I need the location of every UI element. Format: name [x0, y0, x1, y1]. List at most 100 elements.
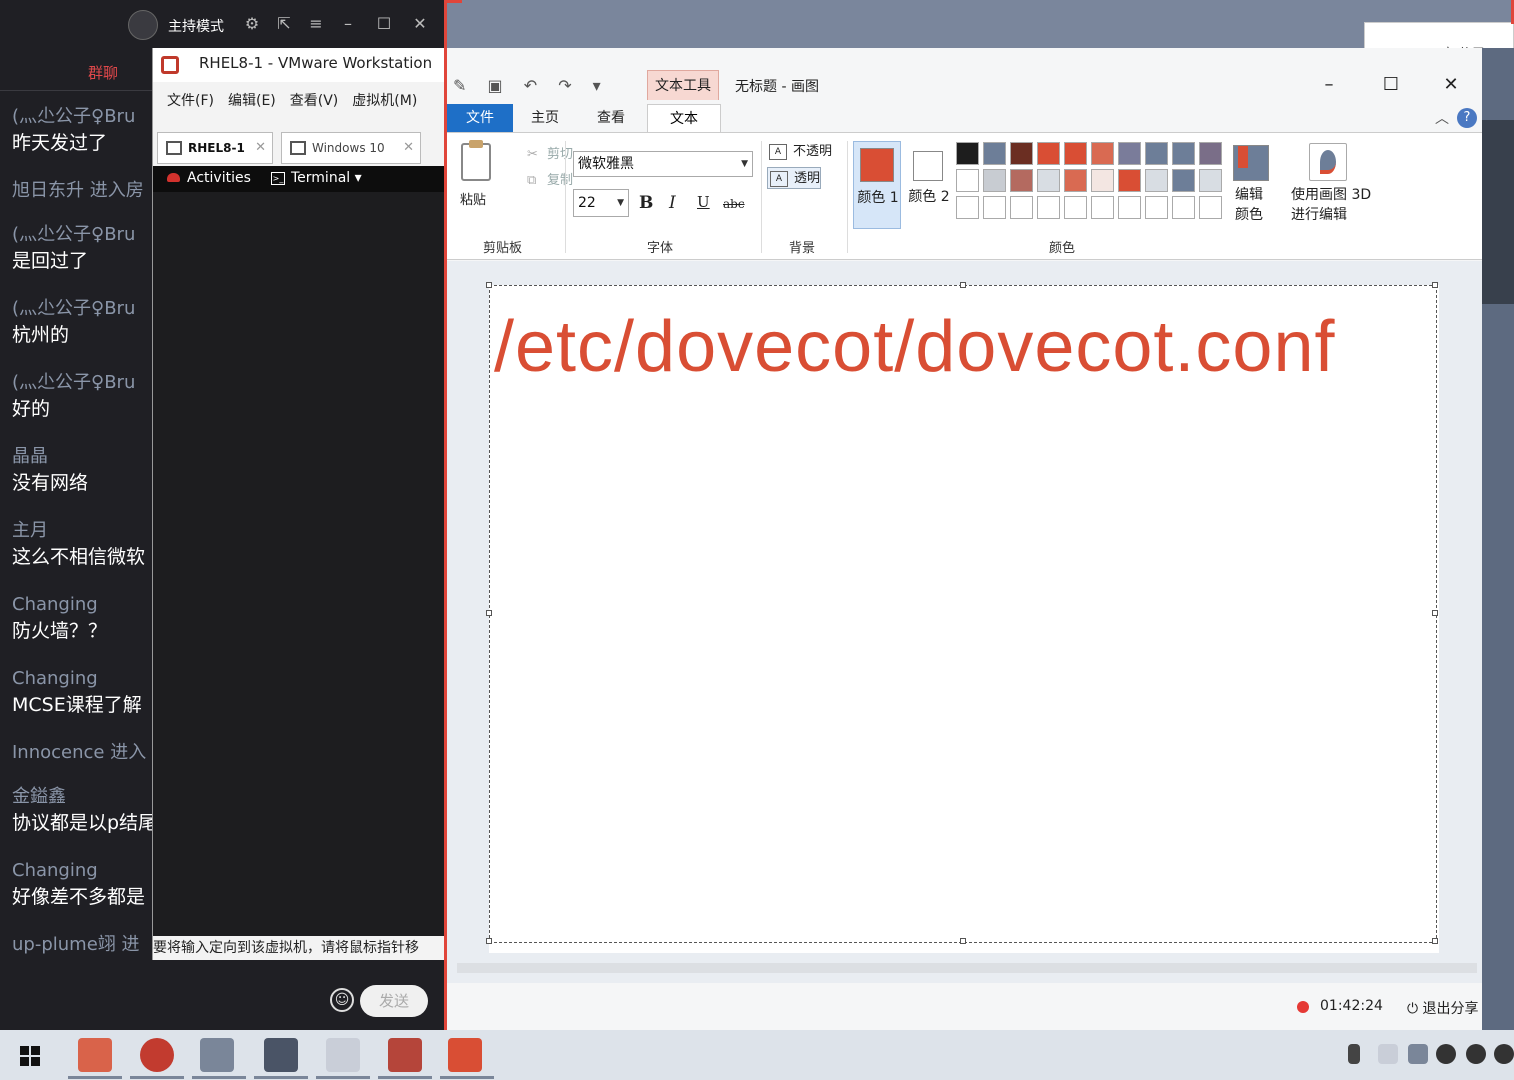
resize-handle[interactable] [486, 610, 492, 616]
bold-button[interactable]: B [639, 193, 653, 213]
avatar[interactable] [128, 10, 158, 40]
tab-text[interactable]: 文本 [647, 104, 721, 134]
resize-handle[interactable] [486, 282, 492, 288]
paint-taskbar-icon[interactable] [326, 1038, 360, 1072]
opaque-option[interactable]: A 不透明 [767, 141, 832, 163]
send-button[interactable]: 发送 [360, 985, 428, 1017]
canvas[interactable]: /etc/dovecot/dovecot.conf [486, 282, 1439, 953]
close-icon[interactable]: ✕ [410, 14, 430, 34]
palette-color-swatch[interactable] [1172, 142, 1195, 165]
resize-handle[interactable] [1432, 282, 1438, 288]
app-taskbar-icon-2[interactable] [448, 1038, 482, 1072]
italic-button[interactable]: I [669, 193, 676, 213]
font-family-select[interactable]: 微软雅黑 ▼ [573, 151, 753, 177]
microphone-icon[interactable] [1348, 1044, 1360, 1064]
palette-color-swatch[interactable] [1118, 169, 1141, 192]
help-icon[interactable]: ? [1457, 108, 1477, 128]
qq-icon[interactable] [1466, 1044, 1486, 1064]
palette-color-swatch[interactable] [1145, 169, 1168, 192]
terminal-menu[interactable]: Terminal ▾ [291, 170, 362, 186]
edit-colors-icon[interactable] [1233, 145, 1269, 181]
palette-color-swatch[interactable] [1091, 196, 1114, 219]
app-taskbar-icon[interactable] [388, 1038, 422, 1072]
cut-button[interactable]: ✂ 剪切 [527, 143, 573, 163]
activities-button[interactable]: Activities [187, 170, 251, 186]
qq-icon[interactable] [1436, 1044, 1456, 1064]
menu-view[interactable]: 查看(V) [290, 88, 339, 114]
palette-color-swatch[interactable] [1037, 142, 1060, 165]
palette-color-swatch[interactable] [1199, 142, 1222, 165]
windows-start-icon[interactable] [20, 1046, 40, 1066]
close-tab-icon[interactable]: ✕ [255, 133, 266, 163]
tab-file[interactable]: 文件 [447, 104, 513, 132]
palette-color-swatch[interactable] [1145, 196, 1168, 219]
palette-color-swatch[interactable] [956, 169, 979, 192]
menu-file[interactable]: 文件(F) [167, 88, 214, 114]
palette-color-swatch[interactable] [956, 142, 979, 165]
menu-edit[interactable]: 编辑(E) [228, 88, 276, 114]
paste-icon[interactable] [461, 140, 491, 181]
palette-color-swatch[interactable] [1010, 196, 1033, 219]
horizontal-scrollbar[interactable] [457, 963, 1477, 973]
minimize-icon[interactable]: – [338, 14, 358, 34]
palette-color-swatch[interactable] [1064, 196, 1087, 219]
tab-group-chat[interactable]: 群聊 [88, 62, 118, 83]
palette-color-swatch[interactable] [956, 196, 979, 219]
palette-color-swatch[interactable] [983, 169, 1006, 192]
tab-view[interactable]: 查看 [597, 104, 625, 132]
resize-handle[interactable] [486, 938, 492, 944]
color-1-button[interactable]: 颜色 1 [853, 141, 901, 229]
palette-color-swatch[interactable] [983, 196, 1006, 219]
resize-handle[interactable] [1432, 938, 1438, 944]
palette-color-swatch[interactable] [1037, 169, 1060, 192]
copy-button[interactable]: ⧉ 复制 [527, 169, 573, 189]
edit-with-paint-3d-button[interactable]: 使用画图 3D 进行编辑 [1291, 185, 1381, 225]
minimize-icon[interactable]: – [1309, 72, 1349, 98]
qq-icon[interactable] [1494, 1044, 1514, 1064]
maximize-icon[interactable]: ☐ [1371, 72, 1411, 98]
palette-color-swatch[interactable] [1199, 196, 1222, 219]
palette-color-swatch[interactable] [1199, 169, 1222, 192]
menu-vm[interactable]: 虚拟机(M) [352, 88, 417, 114]
tab-home[interactable]: 主页 [531, 104, 559, 132]
palette-color-swatch[interactable] [983, 142, 1006, 165]
canvas-text[interactable]: /etc/dovecot/dovecot.conf [494, 306, 1336, 388]
color-2-button[interactable]: 颜色 2 [905, 141, 953, 229]
palette-color-swatch[interactable] [1172, 169, 1195, 192]
paint-3d-icon[interactable] [1309, 143, 1347, 181]
browser-icon[interactable] [140, 1038, 174, 1072]
exit-share-button[interactable]: ⏻ 退出分享 [1407, 998, 1479, 1018]
palette-color-swatch[interactable] [1037, 196, 1060, 219]
vm-guest-screen[interactable]: Activities >_ Terminal ▾ [153, 166, 445, 936]
settings-icon[interactable]: ⚙ [242, 14, 262, 34]
palette-color-swatch[interactable] [1091, 169, 1114, 192]
close-tab-icon[interactable]: ✕ [403, 133, 414, 163]
terminal-taskbar-icon[interactable] [264, 1038, 298, 1072]
quick-access-toolbar[interactable]: ✎ ▣ ↶ ↷ ▾ [453, 76, 609, 95]
strikethrough-button[interactable]: abc [723, 197, 745, 211]
resize-handle[interactable] [1432, 610, 1438, 616]
palette-color-swatch[interactable] [1010, 169, 1033, 192]
palette-color-swatch[interactable] [1172, 196, 1195, 219]
text-box[interactable]: /etc/dovecot/dovecot.conf [486, 282, 1438, 944]
tab-rhel8-1[interactable]: RHEL8-1 ✕ [157, 132, 273, 164]
palette-color-swatch[interactable] [1064, 169, 1087, 192]
underline-button[interactable]: U [697, 193, 710, 211]
resize-handle[interactable] [960, 938, 966, 944]
popout-icon[interactable]: ⇱ [274, 14, 294, 34]
edit-colors-button[interactable]: 编辑颜色 [1235, 185, 1275, 225]
vmware-taskbar-icon[interactable] [200, 1038, 234, 1072]
palette-color-swatch[interactable] [1091, 142, 1114, 165]
palette-color-swatch[interactable] [1118, 196, 1141, 219]
tray-app-icon[interactable] [1408, 1044, 1428, 1064]
resize-handle[interactable] [960, 282, 966, 288]
palette-color-swatch[interactable] [1010, 142, 1033, 165]
collapse-ribbon-icon[interactable]: ︿ [1435, 108, 1449, 128]
menu-icon[interactable]: ≡ [306, 14, 326, 34]
palette-color-swatch[interactable] [1145, 142, 1168, 165]
tab-windows-10[interactable]: Windows 10 ✕ [281, 132, 421, 164]
file-explorer-icon[interactable] [78, 1038, 112, 1072]
emoji-icon[interactable]: ☺ [330, 988, 354, 1012]
transparent-option[interactable]: A 透明 [767, 167, 822, 189]
paste-button[interactable]: 粘贴 [460, 189, 486, 208]
